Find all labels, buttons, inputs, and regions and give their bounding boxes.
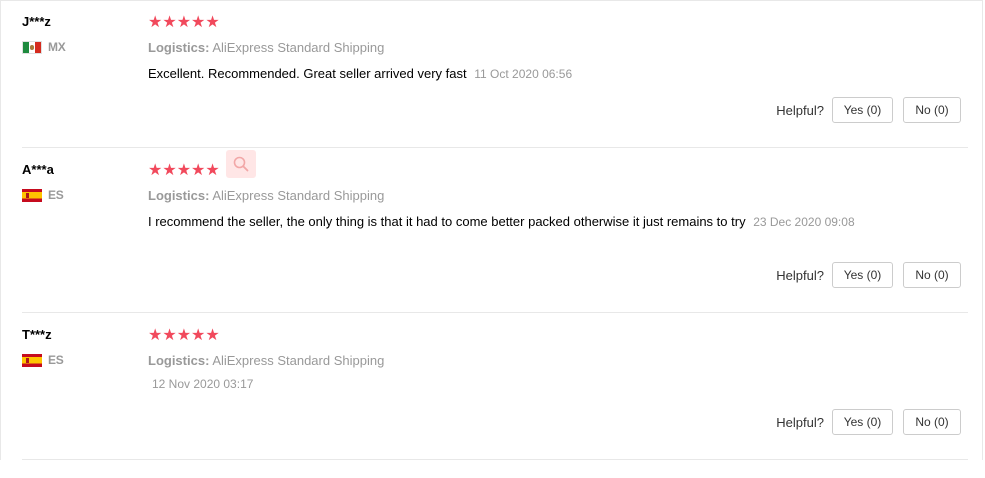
mexico-flag-icon (22, 40, 42, 54)
helpful-label: Helpful? (776, 102, 824, 118)
spain-flag-icon (22, 353, 42, 367)
helpful-yes-button[interactable]: Yes (0) (832, 97, 893, 123)
reviewer-country: ES (22, 188, 64, 202)
review-item: A***a ES ★★★★★ Logistics: AliExpress Sta… (0, 148, 985, 313)
reviewer-name: J***z (22, 14, 51, 29)
logistics-info: Logistics: AliExpress Standard Shipping (148, 353, 384, 368)
logistics-value: AliExpress Standard Shipping (212, 40, 385, 55)
search-overlay-button[interactable] (226, 150, 256, 178)
helpful-label: Helpful? (776, 267, 824, 283)
review-date: 11 Oct 2020 06:56 (474, 67, 573, 81)
review-feedback: Excellent. Recommended. Great seller arr… (148, 66, 467, 81)
logistics-info: Logistics: AliExpress Standard Shipping (148, 40, 384, 55)
logistics-value: AliExpress Standard Shipping (212, 353, 385, 368)
country-code: ES (48, 353, 64, 367)
country-code: MX (48, 40, 66, 54)
logistics-label: Logistics: (148, 40, 210, 55)
helpful-controls: Helpful? Yes (0) No (0) (776, 262, 961, 288)
review-date: 23 Dec 2020 09:08 (753, 215, 855, 229)
helpful-controls: Helpful? Yes (0) No (0) (776, 409, 961, 435)
search-icon (233, 156, 249, 172)
reviewer-name: A***a (22, 162, 54, 177)
review-item: J***z MX ★★★★★ Logistics: AliExpress Sta… (0, 0, 985, 165)
spain-flag-icon (22, 188, 42, 202)
reviewer-name: T***z (22, 327, 52, 342)
reviewer-country: ES (22, 353, 64, 367)
review-date: 12 Nov 2020 03:17 (152, 377, 254, 391)
helpful-controls: Helpful? Yes (0) No (0) (776, 97, 961, 123)
star-rating: ★★★★★ (148, 327, 220, 344)
logistics-label: Logistics: (148, 188, 210, 203)
logistics-label: Logistics: (148, 353, 210, 368)
star-rating: ★★★★★ (148, 14, 220, 31)
helpful-no-button[interactable]: No (0) (903, 409, 961, 435)
logistics-value: AliExpress Standard Shipping (212, 188, 385, 203)
helpful-yes-button[interactable]: Yes (0) (832, 409, 893, 435)
review-text: I recommend the seller, the only thing i… (148, 212, 878, 232)
star-rating: ★★★★★ (148, 162, 220, 179)
review-feedback: I recommend the seller, the only thing i… (148, 214, 746, 229)
helpful-label: Helpful? (776, 414, 824, 430)
logistics-info: Logistics: AliExpress Standard Shipping (148, 188, 384, 203)
helpful-no-button[interactable]: No (0) (903, 97, 961, 123)
review-item: T***z ES ★★★★★ Logistics: AliExpress Sta… (0, 313, 985, 478)
helpful-no-button[interactable]: No (0) (903, 262, 961, 288)
review-text: Excellent. Recommended. Great seller arr… (148, 64, 878, 84)
helpful-yes-button[interactable]: Yes (0) (832, 262, 893, 288)
country-code: ES (48, 188, 64, 202)
reviewer-country: MX (22, 40, 66, 54)
